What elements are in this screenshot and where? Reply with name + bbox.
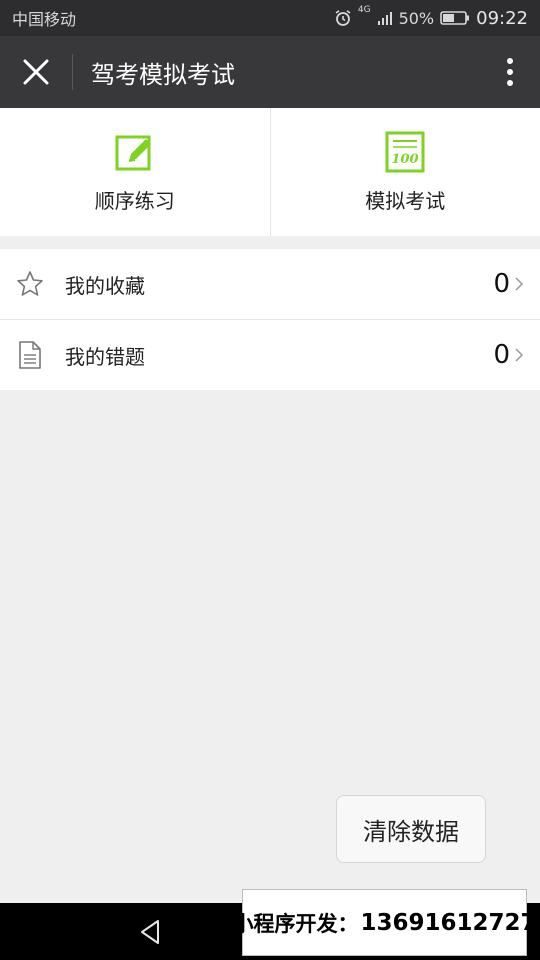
clear-data-button[interactable]: 清除数据	[336, 795, 486, 863]
battery-percent: 50%	[398, 8, 435, 28]
mock-exam-button[interactable]: 100 模拟考试	[269, 108, 540, 236]
mode-grid: 顺序练习 100 模拟考试	[0, 108, 540, 236]
grid-label: 顺序练习	[94, 188, 175, 213]
battery-icon	[440, 11, 470, 25]
chevron-right-icon	[515, 277, 524, 291]
list-item-wrong-questions[interactable]: 我的错题 0	[0, 319, 540, 390]
page-title: 驾考模拟考试	[91, 60, 235, 89]
more-options-button[interactable]	[480, 36, 540, 108]
document-icon	[19, 341, 41, 369]
title-bar: 驾考模拟考试	[0, 36, 540, 108]
carrier-label: 中国移动	[12, 10, 77, 29]
status-time: 09:22	[476, 7, 528, 29]
close-icon	[23, 59, 49, 85]
exam-100-icon: 100	[385, 131, 425, 172]
developer-watermark: 小程序开发： 13691612727	[232, 889, 537, 956]
grid-label: 模拟考试	[365, 188, 446, 213]
pencil-edit-icon	[115, 135, 151, 170]
close-button[interactable]	[0, 36, 72, 108]
alarm-icon	[335, 10, 351, 26]
exam-score-text: 100	[392, 152, 419, 167]
status-right: 4G 50% 09:22	[334, 4, 528, 29]
list-arrow	[514, 340, 532, 370]
status-bar: 中国移动 4G 50% 09:22	[0, 0, 540, 36]
list-item-favorites[interactable]: 我的收藏 0	[0, 249, 540, 319]
title-divider	[72, 54, 73, 90]
more-vertical-icon	[507, 58, 513, 86]
list-icon-wrap	[15, 340, 45, 370]
list-count: 0	[493, 269, 510, 299]
watermark-prefix: 小程序开发：	[232, 911, 359, 936]
list-icon-wrap	[15, 269, 45, 299]
nav-back-icon[interactable]	[136, 917, 166, 947]
signal-icon	[377, 12, 392, 25]
chevron-right-icon	[515, 348, 524, 362]
record-list: 我的收藏 0 我的错题 0	[0, 249, 540, 390]
app-root: 中国移动 4G 50% 09:22 驾考模拟考试 顺序练习 100 模拟考试 我…	[0, 0, 540, 960]
star-icon	[17, 271, 43, 296]
list-count: 0	[493, 340, 510, 370]
network-label: 4G	[357, 4, 371, 15]
sequential-practice-button[interactable]: 顺序练习	[0, 108, 270, 236]
watermark-number: 13691612727	[360, 909, 537, 936]
list-label: 我的错题	[65, 344, 145, 369]
list-arrow	[514, 269, 532, 299]
list-label: 我的收藏	[65, 273, 145, 298]
